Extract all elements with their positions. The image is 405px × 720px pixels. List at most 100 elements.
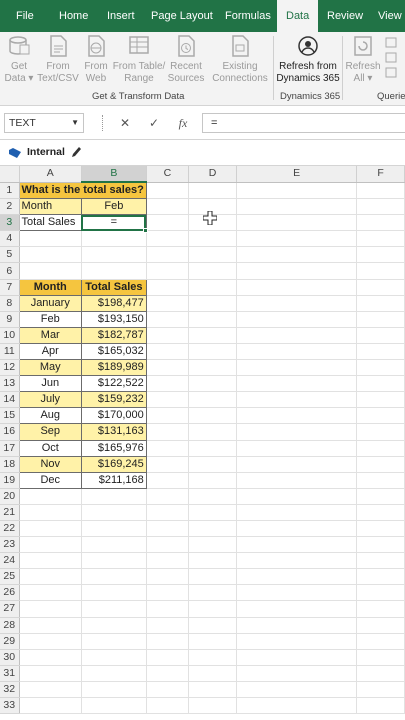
tab-home[interactable]: Home — [59, 0, 88, 32]
cell-a25[interactable] — [19, 568, 82, 586]
row-header-11[interactable]: 11 — [0, 343, 20, 361]
cell-e7[interactable] — [236, 279, 358, 296]
row-header-16[interactable]: 16 — [0, 423, 20, 441]
cell-a2[interactable]: Month — [18, 198, 82, 216]
cell-b2[interactable]: Feb — [80, 198, 147, 216]
sales-month-cell[interactable]: Nov — [18, 455, 82, 473]
tab-file[interactable]: File — [16, 0, 34, 32]
cell-f33[interactable] — [356, 697, 405, 715]
cell-a20[interactable] — [19, 488, 82, 505]
cell-c23[interactable] — [146, 536, 189, 554]
cell-a28[interactable] — [19, 617, 82, 634]
cell-b31[interactable] — [81, 665, 147, 682]
cell-e23[interactable] — [236, 536, 358, 554]
row-header-5[interactable]: 5 — [0, 246, 20, 264]
cell-d15[interactable] — [188, 407, 238, 425]
row-header-8[interactable]: 8 — [0, 295, 20, 312]
cell-c5[interactable] — [146, 246, 189, 264]
sales-month-cell[interactable]: Apr — [18, 342, 82, 361]
sales-amount-cell[interactable]: $169,245 — [80, 455, 147, 473]
cell-c14[interactable] — [146, 391, 189, 409]
from-text-csv-button[interactable]: From Text/CSV — [37, 34, 79, 85]
cell-f8[interactable] — [356, 295, 405, 312]
cell-f27[interactable] — [356, 600, 405, 618]
cell-a6[interactable] — [19, 262, 82, 280]
cell-f20[interactable] — [356, 488, 405, 505]
cell-f21[interactable] — [356, 504, 405, 521]
sales-amount-cell[interactable]: $198,477 — [80, 294, 147, 312]
cell-e8[interactable] — [236, 295, 358, 312]
cell-f22[interactable] — [356, 520, 405, 538]
cell-d26[interactable] — [188, 584, 238, 602]
cell-d6[interactable] — [188, 262, 238, 280]
cell-b27[interactable] — [81, 600, 147, 618]
row-header-19[interactable]: 19 — [0, 472, 20, 489]
row-header-21[interactable]: 21 — [0, 504, 20, 521]
cell-f30[interactable] — [356, 649, 405, 666]
sales-month-cell[interactable]: July — [18, 391, 82, 409]
cell-e16[interactable] — [236, 423, 358, 441]
tab-insert[interactable]: Insert — [107, 0, 135, 32]
tab-data[interactable]: Data — [277, 0, 319, 32]
cell-f26[interactable] — [356, 584, 405, 602]
cell-b26[interactable] — [81, 584, 147, 602]
row-header-33[interactable]: 33 — [0, 697, 20, 715]
cell-d24[interactable] — [188, 552, 238, 570]
cell-c17[interactable] — [146, 440, 189, 457]
active-cell-b3[interactable]: = — [80, 214, 147, 232]
refresh-all-button[interactable]: Refresh All ▾ — [345, 34, 381, 85]
sales-month-cell[interactable]: Sep — [18, 423, 82, 441]
cell-f29[interactable] — [356, 633, 405, 650]
cell-a5[interactable] — [19, 246, 82, 264]
cell-e32[interactable] — [236, 681, 358, 699]
cell-b5[interactable] — [81, 246, 147, 264]
cell-f15[interactable] — [356, 407, 405, 425]
cell-b30[interactable] — [81, 649, 147, 666]
cell-f25[interactable] — [356, 568, 405, 586]
sales-month-cell[interactable]: Aug — [18, 407, 82, 425]
refresh-dynamics-button[interactable]: Refresh from Dynamics 365 — [276, 34, 340, 85]
cell-b22[interactable] — [81, 520, 147, 538]
select-all-corner[interactable] — [0, 166, 20, 183]
cell-d19[interactable] — [188, 472, 238, 489]
sales-amount-cell[interactable]: $159,232 — [80, 391, 147, 409]
tab-formulas[interactable]: Formulas — [225, 0, 271, 32]
cell-b25[interactable] — [81, 568, 147, 586]
enter-check-icon[interactable]: ✓ — [145, 114, 163, 132]
row-header-23[interactable]: 23 — [0, 536, 20, 554]
cell-a32[interactable] — [19, 681, 82, 699]
cell-f14[interactable] — [356, 391, 405, 409]
sales-month-cell[interactable]: Oct — [18, 439, 82, 457]
cell-e24[interactable] — [236, 552, 358, 570]
row-header-10[interactable]: 10 — [0, 327, 20, 344]
insert-function-icon[interactable]: fx — [174, 114, 192, 132]
cell-f5[interactable] — [356, 246, 405, 264]
row-header-26[interactable]: 26 — [0, 584, 20, 602]
worksheet-grid[interactable]: A B C D E F 1 What is the total sales? 2 Month Feb… — [0, 166, 405, 720]
column-header-c[interactable]: C — [146, 166, 189, 183]
cell-d31[interactable] — [188, 665, 238, 682]
recent-sources-button[interactable]: Recent Sources — [166, 34, 206, 85]
cell-e11[interactable] — [236, 343, 358, 361]
chevron-down-icon[interactable]: ▼ — [71, 114, 79, 132]
cell-c1[interactable] — [146, 182, 189, 200]
cell-a4[interactable] — [19, 230, 82, 248]
cell-a33[interactable] — [19, 697, 82, 715]
sales-header-total-sales[interactable]: Total Sales — [80, 278, 147, 296]
cell-d25[interactable] — [188, 568, 238, 586]
sales-amount-cell[interactable]: $165,976 — [80, 439, 147, 457]
cell-f16[interactable] — [356, 423, 405, 441]
cell-c24[interactable] — [146, 552, 189, 570]
cell-d16[interactable] — [188, 423, 238, 441]
get-data-button[interactable]: Get Data ▾ — [3, 34, 35, 85]
cell-e19[interactable] — [236, 472, 358, 489]
cell-a29[interactable] — [19, 633, 82, 650]
cell-a26[interactable] — [19, 584, 82, 602]
row-header-12[interactable]: 12 — [0, 359, 20, 377]
cell-d13[interactable] — [188, 375, 238, 393]
cell-e30[interactable] — [236, 649, 358, 666]
cell-d9[interactable] — [188, 311, 238, 328]
row-header-7[interactable]: 7 — [0, 279, 20, 296]
cell-c10[interactable] — [146, 327, 189, 344]
row-header-13[interactable]: 13 — [0, 375, 20, 393]
